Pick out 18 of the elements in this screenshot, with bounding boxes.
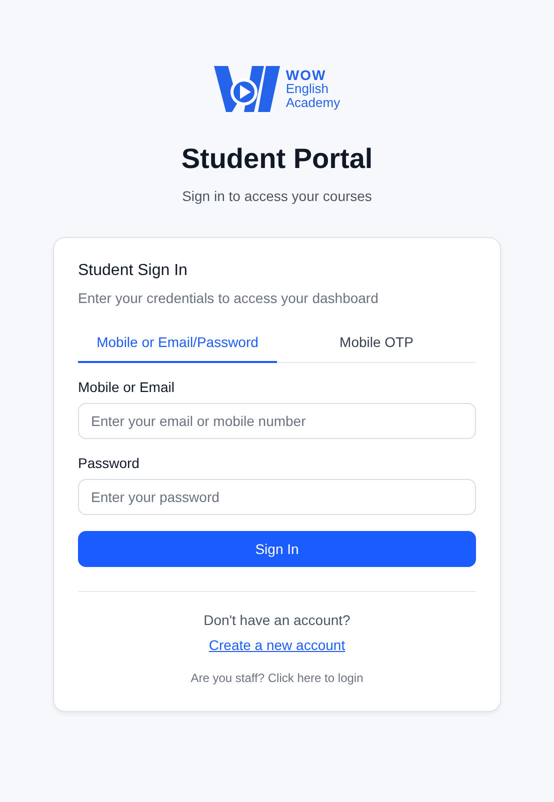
- signup-prompt: Don't have an account?: [204, 612, 350, 628]
- field-label: Mobile or Email: [78, 379, 176, 395]
- logo-text: Academy: [286, 96, 340, 110]
- logo-icon: [214, 66, 280, 112]
- card-title: Student Sign In: [78, 262, 188, 280]
- input-field[interactable]: Enter your email or mobile number: [78, 403, 476, 439]
- staff-login-link[interactable]: Are you staff? Click here to login: [190, 671, 364, 685]
- card-description: Enter your credentials to access your dashboard: [78, 290, 380, 306]
- tab[interactable]: Mobile OTP: [277, 328, 476, 363]
- logo-text: English: [286, 82, 330, 96]
- create-account-link[interactable]: Create a new account: [208, 637, 346, 653]
- field-label: Password: [78, 455, 140, 471]
- page-title: Student Portal: [181, 142, 373, 176]
- page-subtitle: Sign in to access your courses: [182, 188, 372, 204]
- sign-in-button[interactable]: Sign In: [78, 531, 476, 567]
- tab[interactable]: Mobile or Email/Password: [78, 328, 277, 363]
- input-field[interactable]: Enter your password: [78, 479, 476, 515]
- logo-text: WOW: [286, 68, 328, 82]
